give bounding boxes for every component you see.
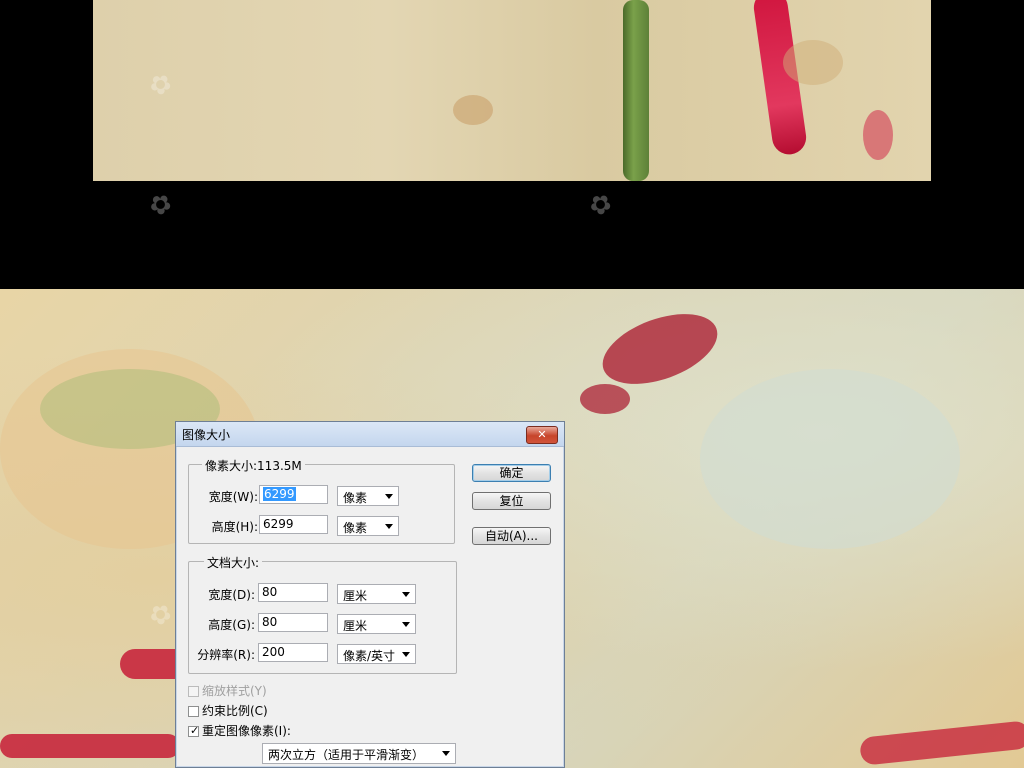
red-stroke <box>0 734 180 758</box>
doc-height-label: 高度(G): <box>208 618 255 632</box>
paint-speck <box>453 95 493 125</box>
pixel-dimensions-label: 像素大小:113.5M <box>202 457 305 474</box>
pixel-height-label: 高度(H): <box>211 520 258 534</box>
chevron-down-icon <box>402 592 410 597</box>
scale-styles-checkbox[interactable] <box>188 686 199 697</box>
constrain-proportions-option[interactable]: 约束比例(C) <box>188 702 268 719</box>
pixel-width-unit-select[interactable]: 像素 <box>337 486 399 506</box>
close-button[interactable]: ✕ <box>526 426 558 444</box>
top-painting-image <box>93 0 931 181</box>
dialog-titlebar[interactable]: 图像大小 ✕ <box>176 422 564 447</box>
auto-button[interactable]: 自动(A)... <box>472 527 551 545</box>
pixel-height-input[interactable]: 6299 <box>259 515 328 534</box>
ok-button[interactable]: 确定 <box>472 464 551 482</box>
resolution-input[interactable]: 200 <box>258 643 328 662</box>
chevron-down-icon <box>402 652 410 657</box>
green-stem <box>623 0 649 181</box>
doc-height-unit-select[interactable]: 厘米 <box>337 614 416 634</box>
black-gap <box>0 181 1024 289</box>
doc-width-input[interactable]: 80 <box>258 583 328 602</box>
doc-height-input[interactable]: 80 <box>258 613 328 632</box>
red-splash <box>580 384 630 414</box>
chevron-down-icon <box>385 524 393 529</box>
pixel-width-label: 宽度(W): <box>208 490 258 504</box>
doc-width-label: 宽度(D): <box>208 588 255 602</box>
red-splash <box>593 300 727 398</box>
resample-checkbox[interactable]: ✓ <box>188 724 200 737</box>
dialog-title: 图像大小 <box>182 428 231 442</box>
chevron-down-icon <box>385 494 393 499</box>
doc-width-unit-select[interactable]: 厘米 <box>337 584 416 604</box>
resample-method-select[interactable]: 两次立方（适用于平滑渐变） <box>262 743 456 764</box>
pixel-width-input[interactable]: 6299 <box>259 485 328 504</box>
resolution-label: 分辨率(R): <box>197 648 255 662</box>
red-stroke <box>859 720 1024 766</box>
paint-speck <box>783 40 843 85</box>
paint-blob <box>700 369 960 549</box>
scale-styles-option[interactable]: 缩放样式(Y) <box>188 682 267 699</box>
close-icon: ✕ <box>537 428 547 441</box>
reset-button[interactable]: 复位 <box>472 492 551 510</box>
constrain-proportions-checkbox[interactable] <box>188 706 199 717</box>
chevron-down-icon <box>402 622 410 627</box>
image-size-dialog: 图像大小 ✕ 像素大小:113.5M 宽度(W): 6299 像素 高度(H):… <box>175 421 565 768</box>
document-size-label: 文档大小: <box>204 554 263 571</box>
resolution-unit-select[interactable]: 像素/英寸 <box>337 644 416 664</box>
chevron-down-icon <box>442 751 450 756</box>
pixel-height-unit-select[interactable]: 像素 <box>337 516 399 536</box>
checkmark-icon: ✓ <box>190 724 200 737</box>
paint-speck <box>863 110 893 160</box>
resample-option[interactable]: ✓ 重定图像像素(I): <box>188 722 291 739</box>
